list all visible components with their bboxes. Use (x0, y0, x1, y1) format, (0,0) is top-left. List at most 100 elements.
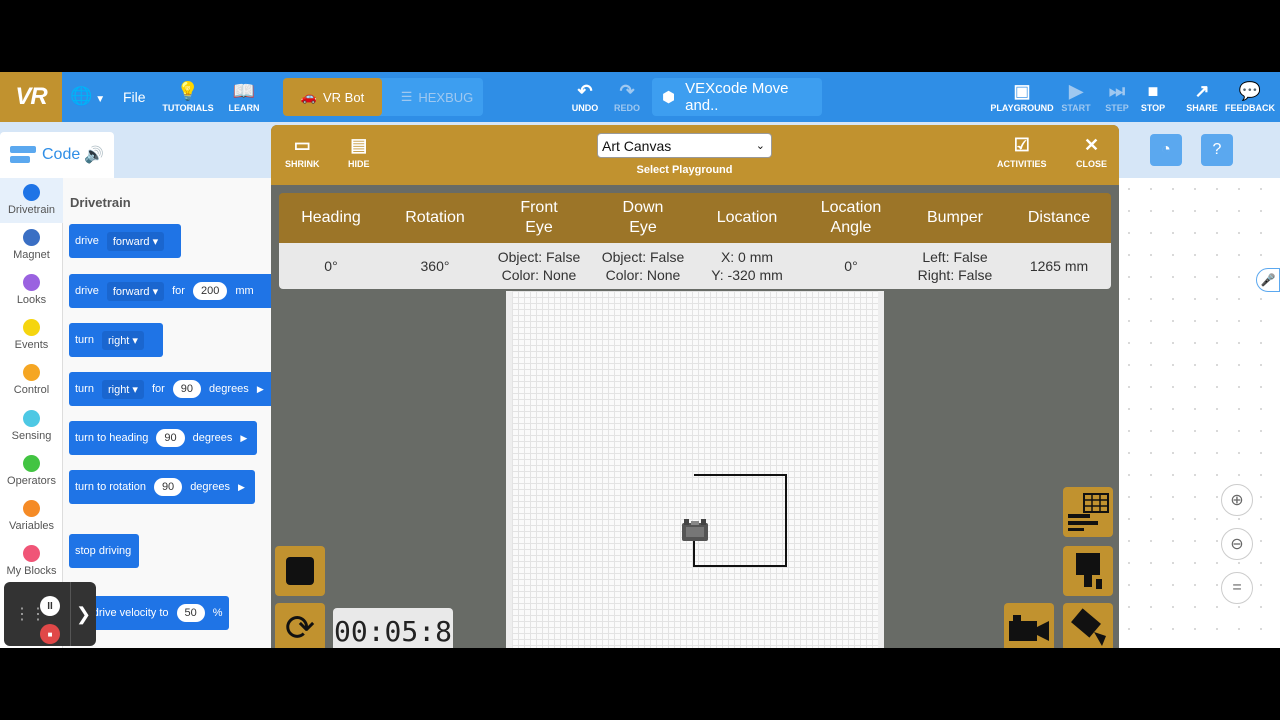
shrink-icon: ▭ (293, 135, 311, 155)
category-list: Drivetrain Magnet Looks Events Control S… (0, 178, 63, 648)
play-triangle-icon: ▶ (256, 383, 264, 394)
project-name[interactable]: ⬢ VEXcode Move and.. (652, 78, 822, 116)
block-palette: Drivetrain drive forward drive forward f… (63, 178, 271, 648)
file-menu[interactable]: File (123, 89, 146, 105)
speaker-icon[interactable]: 🔊 (84, 145, 104, 165)
activities-button[interactable]: ☑ ACTIVITIES (997, 135, 1047, 169)
language-globe-icon[interactable]: 🌐 ▼ (70, 86, 105, 107)
category-dot (23, 364, 40, 381)
zoom-in-icon[interactable]: ⊕ (1221, 484, 1253, 516)
robot-selector: 🚗 VR Bot ☰ HEXBUG (283, 78, 483, 116)
undo-button[interactable]: ↶ UNDO (568, 72, 602, 122)
turn-direction-dropdown[interactable]: right (101, 330, 144, 350)
zoom-reset-icon[interactable]: = (1221, 572, 1253, 604)
telemetry-header-row: Heading Rotation Front Eye Down Eye Loca… (279, 193, 1111, 243)
tilted-camera-icon (1071, 608, 1106, 646)
reset-arrow-icon: ⟳ (284, 607, 316, 648)
dashboard-gauge-icon[interactable]: ◔ (1150, 134, 1182, 166)
turn-for-block[interactable]: turn right for 90 degrees ▶ (69, 372, 271, 406)
feedback-icon: 💬 (1238, 81, 1262, 101)
redo-button[interactable]: ↷ REDO (610, 72, 644, 122)
location-value: X: 0 mm Y: -320 mm (711, 249, 783, 283)
heading-input[interactable]: 90 (156, 429, 185, 447)
vr-logo[interactable]: VR (0, 72, 62, 122)
hexbug-button[interactable]: ☰ HEXBUG (391, 78, 483, 116)
vr-bot-button[interactable]: 🚗 VR Bot (283, 78, 382, 116)
stop-driving-block[interactable]: stop driving (69, 534, 139, 568)
start-button[interactable]: ▶ START (1060, 72, 1092, 122)
category-dot (23, 545, 40, 562)
close-button[interactable]: ✕ CLOSE (1076, 135, 1107, 169)
category-operators[interactable]: Operators (0, 455, 63, 487)
shrink-button[interactable]: ▭ SHRINK (285, 135, 320, 169)
turn-to-rotation-block[interactable]: turn to rotation 90 degrees ▶ (69, 470, 255, 504)
code-workspace[interactable]: ⊕ ⊖ = 🎤 (1118, 178, 1280, 648)
stop-square-icon (286, 557, 314, 585)
lightbulb-icon: 💡 (176, 81, 200, 101)
turn-to-heading-block[interactable]: turn to heading 90 degrees ▶ (69, 421, 257, 455)
drive-for-block[interactable]: drive forward for 200 mm (69, 274, 271, 308)
front-eye-value: Object: False Color: None (497, 249, 581, 283)
turn-direction-dropdown[interactable]: right (101, 379, 144, 399)
category-sensing[interactable]: Sensing (0, 410, 63, 442)
code-tab[interactable]: Code 🔊 (0, 132, 114, 178)
zoom-out-icon[interactable]: ⊖ (1221, 528, 1253, 560)
turn-block[interactable]: turn right (69, 323, 163, 357)
category-control[interactable]: Control (0, 364, 63, 396)
robot-icon: 🚗 (300, 89, 317, 104)
distance-value: 1265 mm (1029, 258, 1089, 274)
degrees-input[interactable]: 90 (172, 380, 202, 398)
vexcode-vr-app: VR 🌐 ▼ File 💡 TUTORIALS 📖 LEARN 🚗 VR Bot… (0, 72, 1280, 648)
telemetry-value-row: 0° 360° Object: False Color: None Object… (279, 243, 1111, 289)
distance-input[interactable]: 200 (192, 282, 228, 300)
microphone-icon[interactable]: 🎤 (1256, 268, 1280, 292)
pen-stop-button[interactable] (275, 546, 325, 596)
category-my-blocks[interactable]: My Blocks (0, 545, 63, 577)
share-button[interactable]: ↗ SHARE (1184, 72, 1220, 122)
direction-dropdown[interactable]: forward (106, 231, 165, 251)
top-camera-button[interactable] (1063, 546, 1113, 596)
velocity-input[interactable]: 50 (176, 604, 205, 622)
drive-block[interactable]: drive forward (69, 224, 181, 258)
close-icon: ✕ (1083, 135, 1100, 155)
category-dot (23, 274, 40, 291)
rotation-input[interactable]: 90 (153, 478, 183, 496)
select-playground-label: Select Playground (636, 164, 733, 176)
category-drivetrain[interactable]: Drivetrain (0, 178, 63, 223)
book-icon: 📖 (232, 81, 256, 101)
grid-view-button[interactable] (1063, 487, 1113, 537)
tutorials-button[interactable]: 💡 TUTORIALS (162, 72, 214, 122)
drawn-path (693, 474, 787, 567)
category-dot (23, 455, 40, 472)
stop-square-icon: ■ (1147, 81, 1159, 101)
step-button[interactable]: ⏭ STEP (1102, 72, 1132, 122)
vr-robot (680, 519, 710, 543)
stop-button[interactable]: ■ STOP (1138, 72, 1168, 122)
playground-button[interactable]: ▣ PLAYGROUND (990, 72, 1054, 122)
grid-table-icon (1068, 493, 1109, 531)
direction-dropdown[interactable]: forward (106, 281, 165, 301)
category-variables[interactable]: Variables (0, 500, 63, 532)
run-controls: ⋮⋮ II ■ ❯ (4, 582, 96, 646)
category-dot (23, 500, 40, 517)
side-camera-button[interactable] (1004, 603, 1054, 648)
pause-icon[interactable]: II (40, 596, 60, 616)
chase-camera-button[interactable] (1063, 603, 1113, 648)
hide-button[interactable]: ▤ HIDE (348, 135, 370, 169)
category-looks[interactable]: Looks (0, 274, 63, 306)
heading-value: 0° (324, 258, 338, 274)
learn-button[interactable]: 📖 LEARN (222, 72, 266, 122)
activities-icon: ☑ (1013, 135, 1030, 155)
playground-window: ▭ SHRINK ▤ HIDE Art Canvas ⌄ Select Play… (271, 125, 1119, 648)
rotation-value: 360° (420, 258, 450, 274)
category-events[interactable]: Events (0, 319, 63, 351)
playground-select[interactable]: Art Canvas ⌄ (597, 133, 772, 158)
help-icon[interactable]: ? (1201, 134, 1233, 166)
share-icon: ↗ (1194, 81, 1210, 101)
art-canvas[interactable] (506, 291, 884, 648)
stop-icon[interactable]: ■ (40, 624, 60, 644)
reset-button[interactable]: ⟳ (275, 603, 325, 648)
chevron-right-icon[interactable]: ❯ (70, 582, 96, 646)
feedback-button[interactable]: 💬 FEEDBACK (1225, 72, 1275, 122)
category-magnet[interactable]: Magnet (0, 229, 63, 261)
